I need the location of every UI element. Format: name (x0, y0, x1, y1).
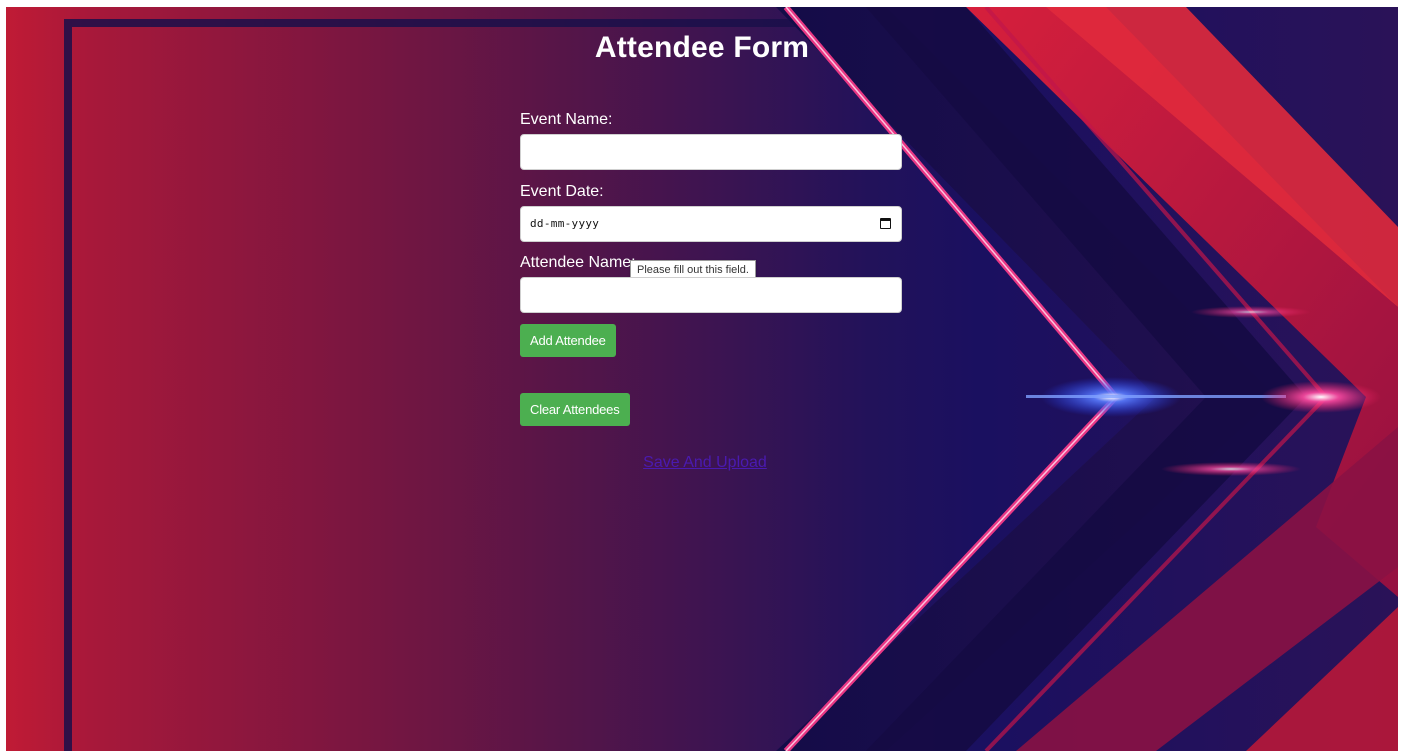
event-date-field[interactable]: dd-mm-yyyy (520, 206, 902, 242)
background-artwork (64, 7, 1398, 751)
clear-attendees-button[interactable]: Clear Attendees (520, 393, 630, 426)
event-name-label: Event Name: (520, 111, 613, 128)
event-name-field[interactable] (520, 134, 902, 170)
attendee-name-label: Attendee Name: (520, 254, 636, 271)
page-title: Attendee Form (594, 31, 810, 64)
calendar-icon[interactable] (880, 218, 891, 229)
save-and-upload-link[interactable]: Save And Upload (520, 454, 890, 472)
add-attendee-button[interactable]: Add Attendee (520, 324, 616, 357)
page-viewport: Attendee Form Event Name: Event Date: dd… (6, 7, 1398, 751)
attendee-name-field[interactable] (520, 277, 902, 313)
event-date-placeholder: dd-mm-yyyy (530, 217, 600, 230)
event-date-label: Event Date: (520, 183, 604, 200)
